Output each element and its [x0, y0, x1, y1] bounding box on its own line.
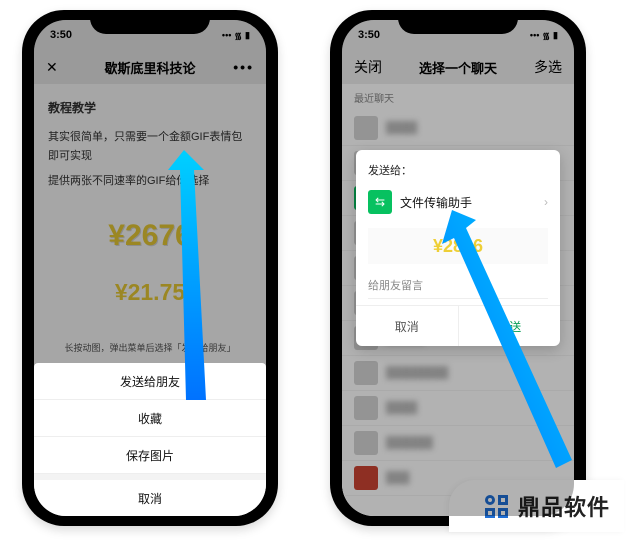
action-sheet: 发送给朋友 收藏 保存图片 取消 [34, 363, 266, 516]
screen-right: 3:50 ••• ᯾ ▮ 关闭 选择一个聊天 多选 最近聊天 ████ ████… [342, 20, 574, 516]
dialog-title: 发送给： [368, 162, 548, 178]
sheet-option-favorite[interactable]: 收藏 [34, 400, 266, 437]
wifi-icon: ᯾ [234, 29, 242, 42]
sheet-option-send-friend[interactable]: 发送给朋友 [34, 363, 266, 400]
status-icons: ••• ᯾ ▮ [530, 29, 558, 42]
status-time: 3:50 [358, 29, 380, 41]
dialog-recipient-row[interactable]: ⇆ 文件传输助手 › [368, 186, 548, 218]
status-icons: ••• ᯾ ▮ [222, 29, 250, 42]
signal-icon: ••• [530, 30, 539, 40]
signal-icon: ••• [222, 30, 231, 40]
dialog-recipient-name: 文件传输助手 [400, 194, 472, 211]
wifi-icon: ᯾ [542, 29, 550, 42]
battery-icon: ▮ [245, 30, 250, 41]
notch [90, 10, 210, 34]
phone-right: 3:50 ••• ᯾ ▮ 关闭 选择一个聊天 多选 最近聊天 ████ ████… [330, 10, 586, 526]
dialog-cancel-button[interactable]: 取消 [356, 306, 458, 346]
sheet-cancel[interactable]: 取消 [34, 474, 266, 516]
send-dialog: 发送给： ⇆ 文件传输助手 › ¥28▮6 给朋友留言 取消 发送 [356, 150, 560, 346]
sheet-option-save-image[interactable]: 保存图片 [34, 437, 266, 474]
status-time: 3:50 [50, 29, 72, 41]
screen-left: 3:50 ••• ᯾ ▮ ✕ 歇斯底里科技论 ••• 教程教学 其实很简单，只需… [34, 20, 266, 516]
dialog-message-input[interactable]: 给朋友留言 [368, 272, 548, 299]
dialog-send-button[interactable]: 发送 [458, 306, 561, 346]
file-transfer-icon: ⇆ [368, 190, 392, 214]
battery-icon: ▮ [553, 30, 558, 41]
chevron-right-icon: › [544, 195, 548, 209]
dialog-buttons: 取消 发送 [356, 305, 560, 346]
dialog-preview: ¥28▮6 [368, 228, 548, 264]
notch [398, 10, 518, 34]
phone-left: 3:50 ••• ᯾ ▮ ✕ 歇斯底里科技论 ••• 教程教学 其实很简单，只需… [22, 10, 278, 526]
